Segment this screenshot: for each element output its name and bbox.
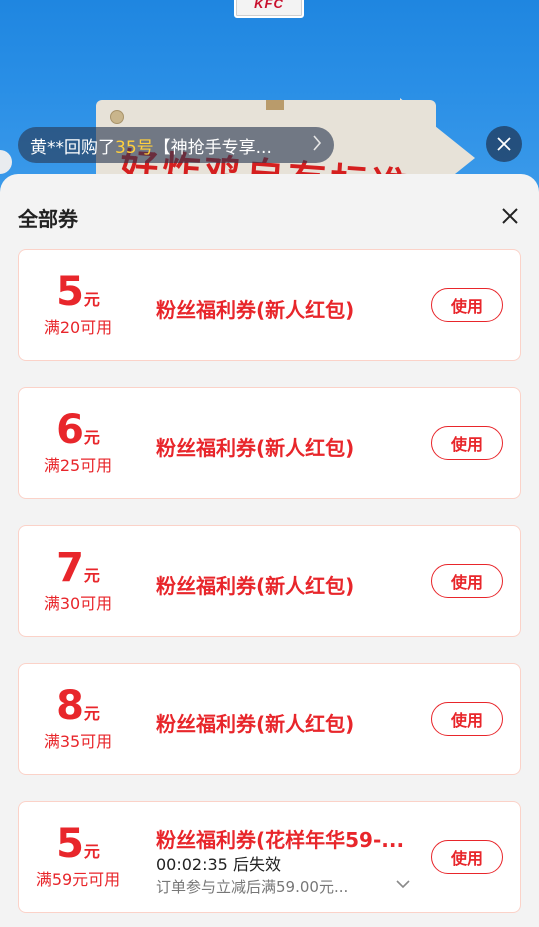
coupon-amount: 5 bbox=[56, 821, 84, 867]
coupon-amount-block: 5元 满59元可用 bbox=[19, 802, 137, 912]
coupon-amount-block: 6元 满25可用 bbox=[19, 388, 137, 498]
close-banner-button[interactable] bbox=[486, 126, 522, 162]
sheet-title: 全部券 bbox=[18, 207, 78, 231]
coupon-unit: 元 bbox=[83, 290, 100, 309]
purchase-ticker[interactable]: 黄**回购了 35号 【神抢手专享... bbox=[18, 127, 334, 163]
coupon-condition: 满35可用 bbox=[43, 732, 113, 751]
ticker-suffix: 【神抢手专享... bbox=[153, 137, 272, 158]
coupon-card: 8元 满35可用 粉丝福利券(新人红包) 使用 bbox=[18, 663, 521, 775]
coupon-title: 粉丝福利券(新人红包) bbox=[156, 712, 355, 736]
coupon-expiry-timer: 00:02:35 后失效 bbox=[156, 855, 281, 874]
coupon-condition: 满59元可用 bbox=[35, 870, 121, 889]
coupon-amount: 8 bbox=[56, 683, 84, 729]
brand-logo-text: KFC bbox=[254, 0, 284, 11]
close-sheet-button[interactable] bbox=[499, 205, 521, 227]
coupon-condition: 满30可用 bbox=[43, 594, 113, 613]
coupon-unit: 元 bbox=[83, 842, 100, 861]
chevron-right-icon bbox=[312, 134, 322, 156]
coupon-title: 粉丝福利券(新人红包) bbox=[156, 574, 355, 598]
use-coupon-button[interactable]: 使用 bbox=[431, 288, 503, 322]
close-icon bbox=[497, 137, 511, 151]
coupon-card: 7元 满30可用 粉丝福利券(新人红包) 使用 bbox=[18, 525, 521, 637]
coupon-unit: 元 bbox=[83, 428, 100, 447]
coupon-unit: 元 bbox=[83, 704, 100, 723]
ticker-prefix: 黄**回购了 bbox=[30, 137, 115, 158]
ticker-highlight: 35号 bbox=[115, 137, 154, 158]
coupon-unit: 元 bbox=[83, 566, 100, 585]
coupon-title: 粉丝福利券(新人红包) bbox=[156, 436, 355, 460]
coupon-card: 5元 满59元可用 粉丝福利券(花样年华59-... 00:02:35 后失效 … bbox=[18, 801, 521, 913]
promo-banner: KFC 好炸鸡自有标准 bbox=[0, 0, 539, 200]
coupon-card: 5元 满20可用 粉丝福利券(新人红包) 使用 bbox=[18, 249, 521, 361]
coupon-description: 订单参与立减后满59.00元... bbox=[156, 878, 349, 896]
coupon-sheet: 全部券 5元 满20可用 粉丝福利券(新人红包) 使用 6元 满25可用 粉丝福… bbox=[0, 174, 539, 927]
coupon-title: 粉丝福利券(新人红包) bbox=[156, 298, 355, 322]
bolt-decoration bbox=[110, 110, 124, 124]
coupon-title: 粉丝福利券(花样年华59-... bbox=[156, 828, 405, 852]
coupon-amount: 7 bbox=[56, 545, 84, 591]
sign-board-tag bbox=[266, 100, 284, 110]
coupon-amount-block: 5元 满20可用 bbox=[19, 250, 137, 360]
coupon-condition: 满25可用 bbox=[43, 456, 113, 475]
use-coupon-button[interactable]: 使用 bbox=[431, 426, 503, 460]
coupon-amount: 6 bbox=[56, 407, 84, 453]
close-icon bbox=[502, 208, 518, 224]
coupon-amount: 5 bbox=[56, 269, 84, 315]
coupon-condition: 满20可用 bbox=[43, 318, 113, 337]
use-coupon-button[interactable]: 使用 bbox=[431, 840, 503, 874]
chevron-down-icon[interactable] bbox=[395, 876, 411, 892]
coupon-amount-block: 7元 满30可用 bbox=[19, 526, 137, 636]
coupon-card: 6元 满25可用 粉丝福利券(新人红包) 使用 bbox=[18, 387, 521, 499]
coupon-amount-block: 8元 满35可用 bbox=[19, 664, 137, 774]
brand-logo: KFC bbox=[234, 0, 304, 18]
use-coupon-button[interactable]: 使用 bbox=[431, 564, 503, 598]
use-coupon-button[interactable]: 使用 bbox=[431, 702, 503, 736]
